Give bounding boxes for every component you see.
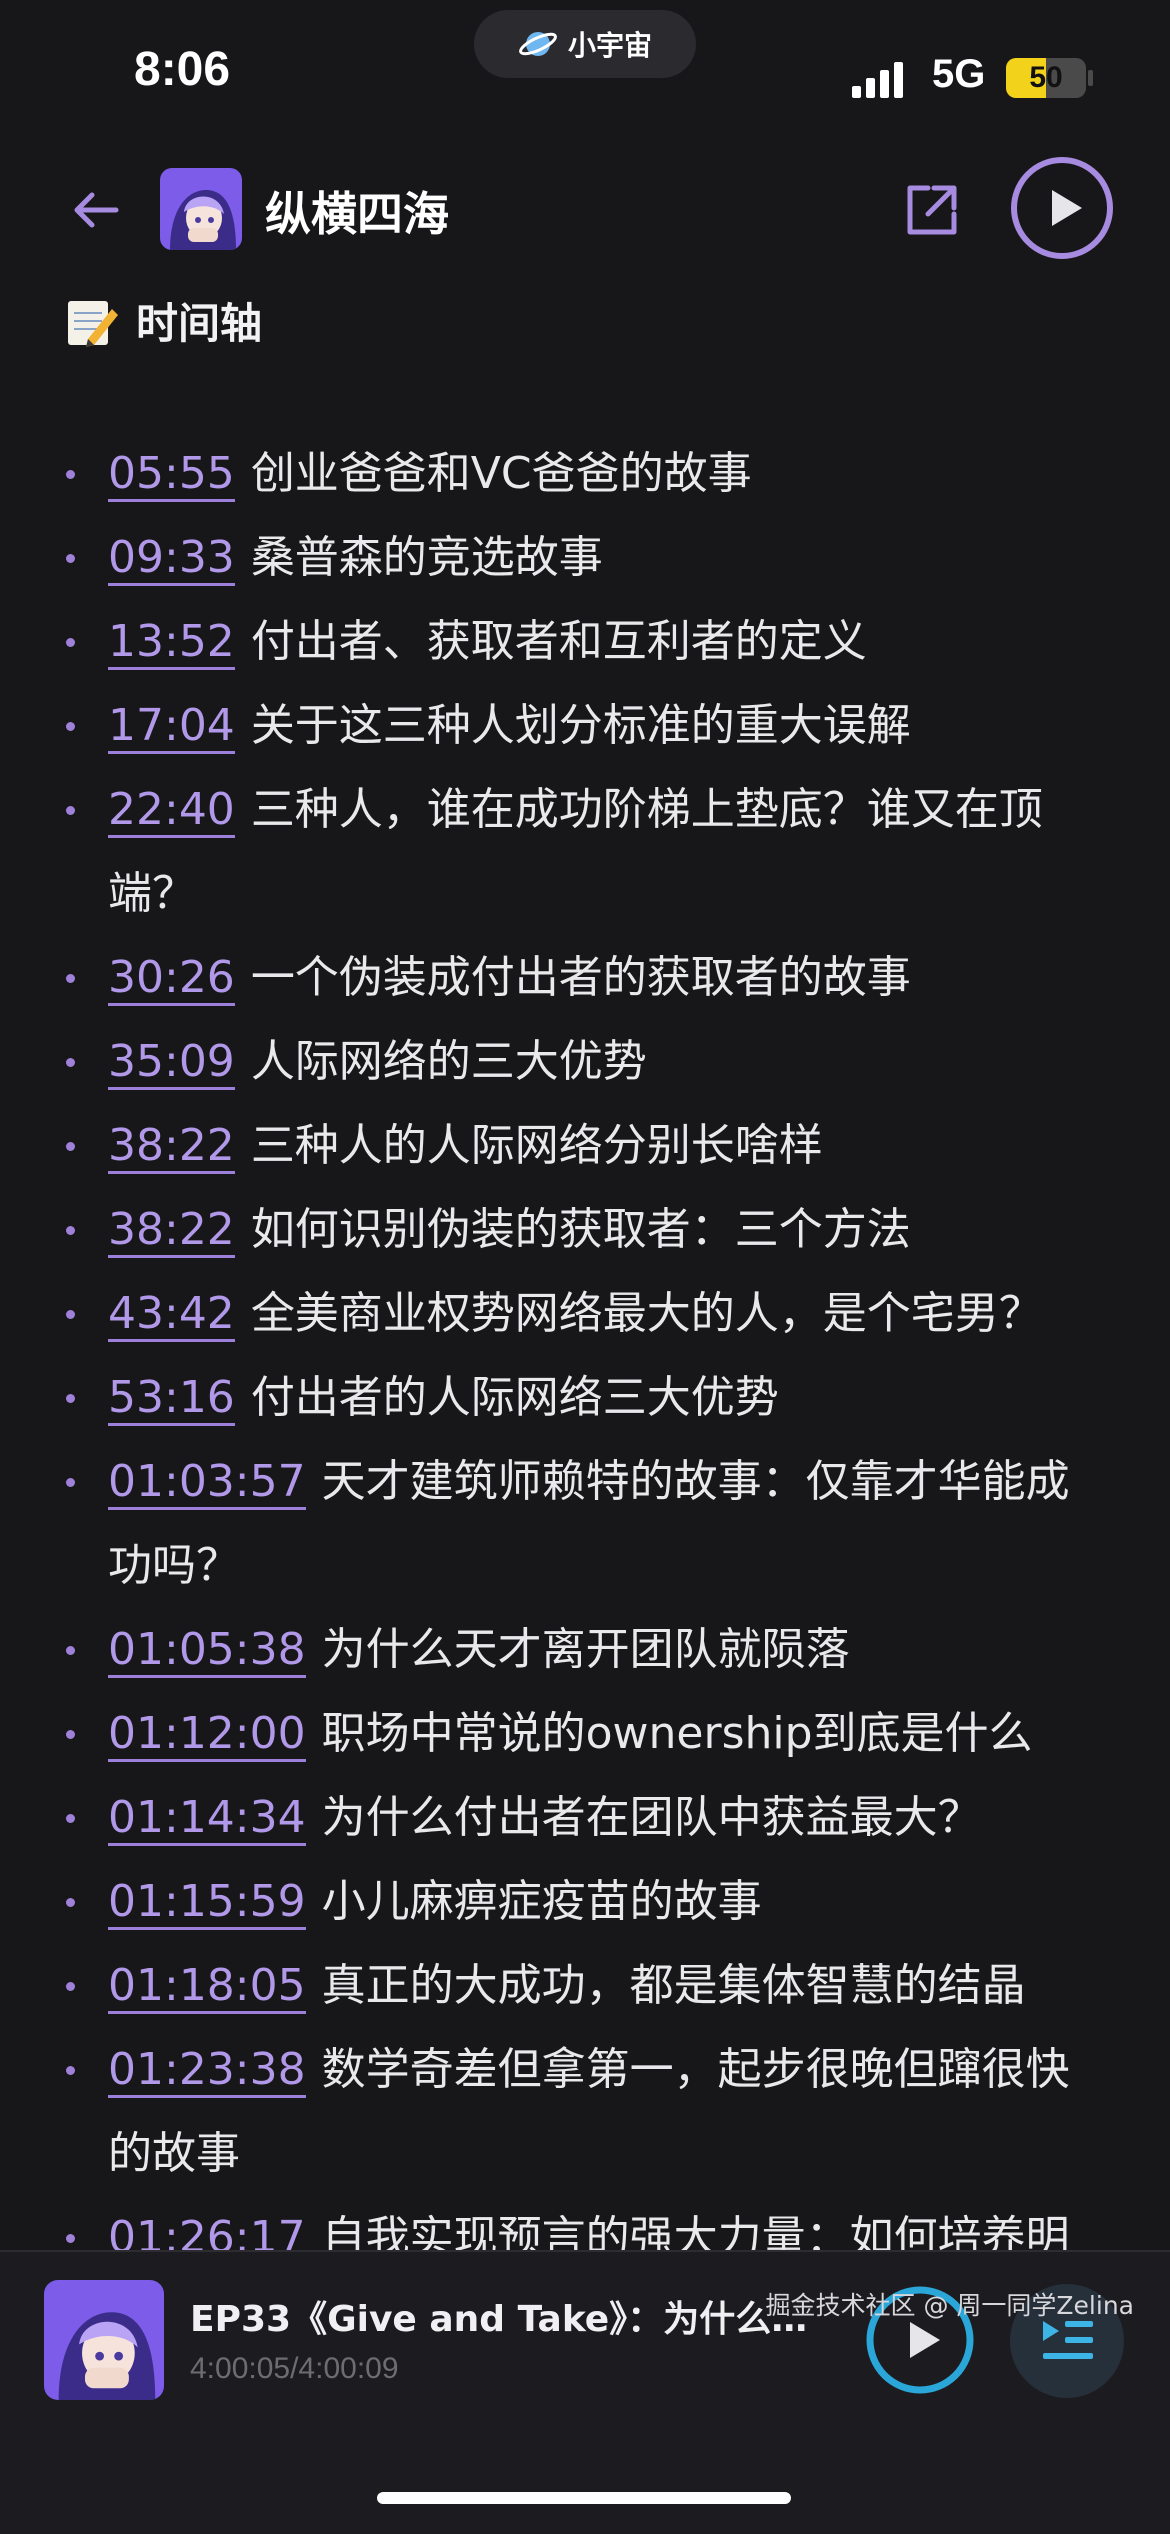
timeline-item: 01:12:00 职场中常说的ownership到底是什么: [58, 1692, 1098, 1776]
playback-progress: 4:00:05/4:00:09: [190, 2352, 399, 2385]
bullet-dot: [66, 554, 75, 563]
clock: 8:06: [134, 43, 231, 96]
timeline-item: 53:16 付出者的人际网络三大优势: [58, 1356, 1098, 1440]
timeline-item: 01:14:34 为什么付出者在团队中获益最大？: [58, 1776, 1098, 1860]
timeline-item: 35:09 人际网络的三大优势: [58, 1020, 1098, 1104]
timestamp-link[interactable]: 53:16: [108, 1372, 235, 1426]
timeline-item: 09:33 桑普森的竞选故事: [58, 516, 1098, 600]
timeline-text: 为什么天才离开团队就陨落: [321, 1624, 850, 1675]
timeline-item: 01:03:57 天才建筑师赖特的故事：仅靠才华能成功吗？: [58, 1440, 1098, 1608]
watermark: 掘金技术社区 @ 周一同学Zelina: [765, 2291, 1134, 2320]
podcast-header: 纵横四海: [0, 150, 1170, 270]
timeline-item: 13:52 付出者、获取者和互利者的定义: [58, 600, 1098, 684]
bullet-dot: [66, 1058, 75, 1067]
timeline-text: 桑普森的竞选故事: [250, 532, 603, 583]
timeline-item: 38:22 如何识别伪装的获取者：三个方法: [58, 1188, 1098, 1272]
bullet-dot: [66, 1478, 75, 1487]
timestamp-link[interactable]: 09:33: [108, 532, 235, 586]
timestamp-link[interactable]: 05:55: [108, 448, 235, 502]
timeline-item: 38:22 三种人的人际网络分别长啥样: [58, 1104, 1098, 1188]
timestamp-link[interactable]: 38:22: [108, 1120, 235, 1174]
timeline-item: 05:55 创业爸爸和VC爸爸的故事: [58, 432, 1098, 516]
podcast-cover-art: [160, 168, 242, 250]
timeline-text: 真正的大成功，都是集体智慧的结晶: [321, 1960, 1026, 2011]
episode-title[interactable]: EP33《Give and Take》：为什么付…: [190, 2290, 810, 2342]
timeline-text: 一个伪装成付出者的获取者的故事: [250, 952, 911, 1003]
timestamp-link[interactable]: 30:26: [108, 952, 235, 1006]
timeline-text: 为什么付出者在团队中获益最大？: [321, 1792, 982, 1843]
timeline-text: 如何识别伪装的获取者：三个方法: [250, 1204, 911, 1255]
timestamp-link[interactable]: 01:05:38: [108, 1624, 306, 1678]
section-heading: 时间轴: [64, 290, 262, 351]
episode-cover-art: [44, 2280, 164, 2400]
status-bar: 8:06 小宇宙 5G 50: [0, 0, 1170, 150]
timestamp-link[interactable]: 01:12:00: [108, 1708, 306, 1762]
timeline-text: 全美商业权势网络最大的人，是个宅男？: [250, 1288, 1043, 1339]
bullet-dot: [66, 1982, 75, 1991]
timestamp-link[interactable]: 17:04: [108, 700, 235, 754]
bullet-dot: [66, 1394, 75, 1403]
section-title: 时间轴: [136, 299, 263, 348]
timeline-text: 三种人的人际网络分别长啥样: [250, 1120, 823, 1171]
timestamp-link[interactable]: 01:14:34: [108, 1792, 306, 1846]
timeline-item: 43:42 全美商业权势网络最大的人，是个宅男？: [58, 1272, 1098, 1356]
timestamp-link[interactable]: 13:52: [108, 616, 235, 670]
podcast-cover[interactable]: [160, 168, 242, 250]
bullet-dot: [66, 2066, 75, 2075]
timeline-text: 付出者的人际网络三大优势: [250, 1372, 779, 1423]
timestamp-link[interactable]: 01:18:05: [108, 1960, 306, 2014]
bullet-dot: [66, 470, 75, 479]
timeline-item: 01:05:38 为什么天才离开团队就陨落: [58, 1608, 1098, 1692]
timeline-item: 01:23:38 数学奇差但拿第一，起步很晚但蹿很快的故事: [58, 2028, 1098, 2196]
timeline-item: 01:15:59 小儿麻痹症疫苗的故事: [58, 1860, 1098, 1944]
timeline-item: 22:40 三种人，谁在成功阶梯上垫底？谁又在顶端？: [58, 768, 1098, 936]
timeline-item: 30:26 一个伪装成付出者的获取者的故事: [58, 936, 1098, 1020]
timestamp-link[interactable]: 01:03:57: [108, 1456, 306, 1510]
timeline-text: 三种人，谁在成功阶梯上垫底？谁又在顶端？: [108, 784, 1043, 919]
timeline-text: 付出者、获取者和互利者的定义: [250, 616, 867, 667]
back-arrow-icon[interactable]: [66, 180, 126, 240]
timestamp-link[interactable]: 01:23:38: [108, 2044, 306, 2098]
bullet-dot: [66, 1226, 75, 1235]
bullet-dot: [66, 722, 75, 731]
battery-icon: 50: [1006, 58, 1086, 98]
timestamp-link[interactable]: 38:22: [108, 1204, 235, 1258]
play-episode-button[interactable]: [1010, 156, 1114, 260]
share-icon[interactable]: [900, 178, 964, 242]
planet-icon: [519, 32, 557, 56]
timeline-text: 职场中常说的ownership到底是什么: [321, 1708, 1033, 1759]
bullet-dot: [66, 1814, 75, 1823]
timeline-list: 05:55 创业爸爸和VC爸爸的故事 09:33 桑普森的竞选故事 13:52 付出者…: [58, 432, 1098, 2280]
bullet-dot: [66, 1898, 75, 1907]
timestamp-link[interactable]: 43:42: [108, 1288, 235, 1342]
timeline-text: 小儿麻痹症疫苗的故事: [321, 1876, 762, 1927]
timeline-text: 关于这三种人划分标准的重大误解: [250, 700, 911, 751]
battery-level: 50: [1029, 61, 1063, 94]
bullet-dot: [66, 1646, 75, 1655]
timeline-text: 创业爸爸和VC爸爸的故事: [250, 448, 752, 499]
app-indicator-pill[interactable]: 小宇宙: [474, 10, 696, 78]
episode-cover[interactable]: [44, 2280, 164, 2400]
network-type: 5G: [932, 52, 986, 96]
signal-icon: [852, 58, 912, 98]
home-indicator[interactable]: [377, 2492, 791, 2504]
bullet-dot: [66, 1142, 75, 1151]
timeline-item: 01:18:05 真正的大成功，都是集体智慧的结晶: [58, 1944, 1098, 2028]
timeline-item: 17:04 关于这三种人划分标准的重大误解: [58, 684, 1098, 768]
timestamp-link[interactable]: 01:15:59: [108, 1876, 306, 1930]
battery-tip: [1088, 70, 1093, 86]
bullet-dot: [66, 1310, 75, 1319]
bullet-dot: [66, 2234, 75, 2243]
timestamp-link[interactable]: 22:40: [108, 784, 235, 838]
bullet-dot: [66, 638, 75, 647]
bullet-dot: [66, 806, 75, 815]
timeline-text: 人际网络的三大优势: [250, 1036, 647, 1087]
bullet-dot: [66, 974, 75, 983]
podcast-title: 纵横四海: [265, 187, 449, 241]
bullet-dot: [66, 1730, 75, 1739]
memo-icon: [68, 300, 118, 347]
timestamp-link[interactable]: 35:09: [108, 1036, 235, 1090]
app-indicator-label: 小宇宙: [567, 29, 652, 62]
